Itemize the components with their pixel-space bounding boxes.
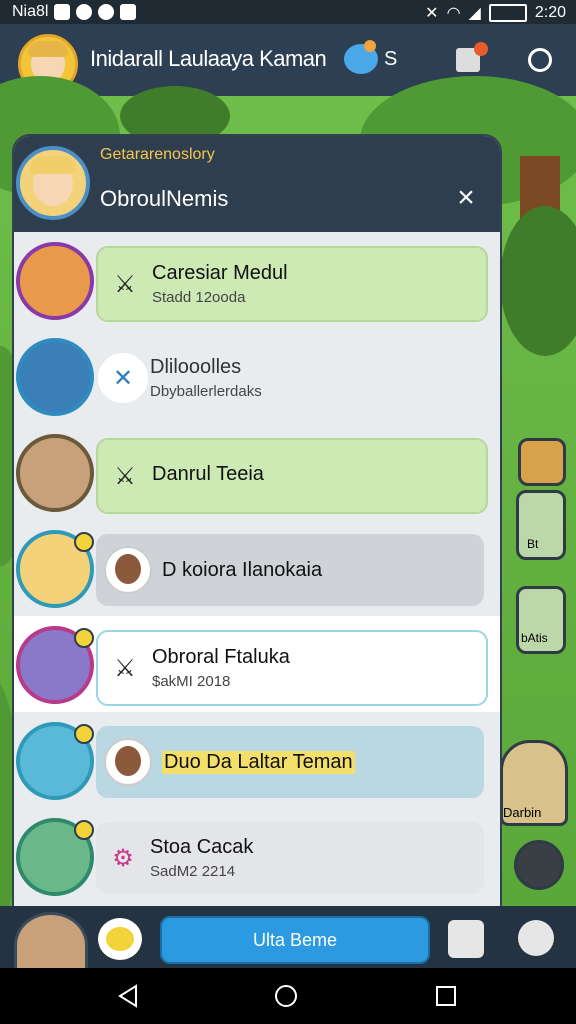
- sword-icon: ⚔: [114, 654, 136, 682]
- friend-avatar: [16, 242, 94, 320]
- friend-card[interactable]: D koiora Ilanokaia: [96, 534, 484, 606]
- bike-icon: ⚙: [112, 844, 134, 872]
- friend-name: Duo Da Laltar Teman: [162, 750, 355, 774]
- chat-icon[interactable]: [98, 918, 142, 960]
- friend-card[interactable]: ⚔ Danrul Teeia: [96, 438, 488, 514]
- currency-value: S: [384, 48, 398, 70]
- search-icon[interactable]: [528, 48, 552, 72]
- friend-status: SadM2 2214: [150, 863, 236, 880]
- status-bar: Nia8l ✕ ◠ ◢ 2:20: [0, 0, 576, 24]
- panel-subtitle: Getararenoslory: [100, 146, 215, 163]
- friend-name: Obroral Ftaluka: [152, 646, 290, 668]
- sword-icon: ⚔: [114, 270, 136, 298]
- help-icon[interactable]: [518, 920, 554, 956]
- friend-status: Dbyballerlerdaks: [150, 383, 262, 400]
- friend-avatar: [16, 722, 94, 800]
- friend-avatar: [16, 434, 94, 512]
- mute-icon: ✕: [425, 5, 439, 22]
- system-nav-bar: [0, 968, 576, 1024]
- list-item[interactable]: ⚔ Caresiar Medul Stadd 12ooda: [14, 232, 500, 328]
- friend-avatar: [16, 626, 94, 704]
- sword-icon: ⚔: [114, 462, 136, 490]
- recents-icon[interactable]: [434, 984, 458, 1008]
- friend-status: $akMI 2018: [152, 673, 231, 690]
- side-item-chest[interactable]: [518, 438, 566, 486]
- friend-card[interactable]: ⚔ Obroral Ftaluka $akMI 2018: [96, 630, 488, 706]
- badge-icon: [74, 724, 94, 744]
- side-item-building[interactable]: Darbin: [500, 740, 568, 826]
- friend-name: Stoa Cacak: [150, 836, 254, 858]
- friends-panel: Getararenoslory ObroulNemis × ⚔ Caresiar…: [14, 136, 500, 906]
- friend-mini-avatar: [104, 546, 152, 594]
- panel-avatar: [16, 146, 90, 220]
- side-item-shield[interactable]: [514, 840, 564, 890]
- list-item[interactable]: ⚔ Danrul Teeia: [14, 424, 500, 520]
- clock: 2:20: [534, 4, 566, 21]
- side-item-label: Darbin: [503, 805, 542, 820]
- badge-icon: [74, 628, 94, 648]
- home-icon[interactable]: [274, 984, 298, 1008]
- inventory-icon[interactable]: [448, 920, 484, 958]
- friend-name: Dlilooolles: [150, 356, 242, 378]
- notification-icon: [120, 4, 137, 20]
- friend-name: D koiora Ilanokaia: [162, 558, 323, 581]
- notification-icon: [76, 4, 93, 20]
- side-item-label: bAtis: [521, 631, 548, 645]
- close-icon: ×: [457, 181, 475, 214]
- friend-avatar: [16, 818, 94, 896]
- signal-icon: ◢: [468, 5, 481, 22]
- close-button[interactable]: ×: [448, 180, 484, 216]
- notification-icon: [98, 4, 115, 20]
- list-item[interactable]: ⚔ Obroral Ftaluka $akMI 2018: [14, 616, 500, 712]
- list-item[interactable]: ✕ Dlilooolles Dbyballerlerdaks: [14, 328, 500, 424]
- list-item[interactable]: D koiora Ilanokaia: [14, 520, 500, 616]
- back-icon[interactable]: [116, 984, 140, 1008]
- panel-header: Getararenoslory ObroulNemis ×: [14, 136, 500, 232]
- friend-card[interactable]: ⚙ Stoa Cacak SadM2 2214: [96, 822, 484, 894]
- panel-title: ObroulNemis: [100, 186, 229, 211]
- side-item-character[interactable]: Bt: [516, 490, 566, 560]
- friend-status: Stadd 12ooda: [152, 289, 246, 306]
- crossed-swords-icon: ✕: [96, 353, 150, 403]
- friend-name: Caresiar Medul: [152, 262, 288, 284]
- badge-icon: [74, 532, 94, 552]
- friend-avatar: [16, 338, 94, 416]
- list-item[interactable]: ⚙ Stoa Cacak SadM2 2214: [14, 808, 500, 904]
- friend-avatar: [16, 530, 94, 608]
- list-item[interactable]: Duo Da Laltar Teman: [14, 712, 500, 808]
- side-item-character[interactable]: bAtis: [516, 586, 566, 654]
- friend-card[interactable]: ✕ Dlilooolles Dbyballerlerdaks: [96, 342, 484, 414]
- carrier-label: Nia8l: [12, 3, 49, 20]
- side-item-label: Bt: [527, 537, 539, 551]
- friend-card[interactable]: ⚔ Caresiar Medul Stadd 12ooda: [96, 246, 488, 322]
- notification-icon: [54, 4, 71, 20]
- main-action-button[interactable]: Ulta Beme: [160, 916, 430, 964]
- game-title: Inidarall Laulaaya Kaman: [90, 46, 327, 71]
- friend-mini-avatar: [104, 738, 152, 786]
- battery-icon: [488, 4, 527, 22]
- badge-icon: [74, 820, 94, 840]
- friend-card[interactable]: Duo Da Laltar Teman: [96, 726, 484, 798]
- currency-badge-icon: [364, 40, 376, 52]
- wifi-icon: ◠: [446, 5, 461, 22]
- friend-name: Danrul Teeia: [152, 462, 264, 485]
- inbox-badge-icon: [474, 42, 488, 56]
